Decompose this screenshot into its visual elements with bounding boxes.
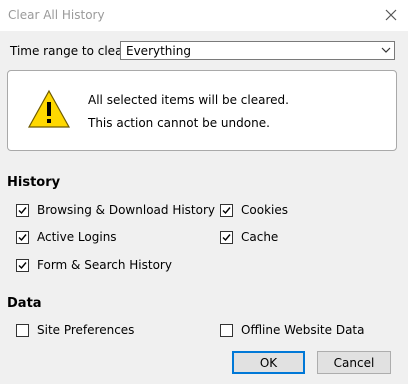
checkbox-box xyxy=(220,323,233,337)
checkbox-label: Cache xyxy=(241,230,279,244)
title-bar: Clear All History xyxy=(0,0,408,31)
checkmark-icon xyxy=(18,233,27,241)
warning-line-2: This action cannot be undone. xyxy=(88,116,270,130)
checkbox-box xyxy=(220,230,233,244)
close-icon xyxy=(385,9,397,21)
checkbox-label: Cookies xyxy=(241,203,288,217)
checkmark-icon xyxy=(222,206,231,214)
checkbox-label: Active Logins xyxy=(37,230,117,244)
window-title: Clear All History xyxy=(8,8,105,22)
checkbox-cookies[interactable]: Cookies xyxy=(220,203,288,217)
checkbox-label: Site Preferences xyxy=(37,323,135,337)
checkbox-cache[interactable]: Cache xyxy=(220,230,278,244)
checkbox-form-search-history[interactable]: Form & Search History xyxy=(16,258,172,272)
checkbox-site-preferences[interactable]: Site Preferences xyxy=(16,323,134,337)
checkbox-box xyxy=(16,230,29,244)
close-button[interactable] xyxy=(378,2,404,28)
checkbox-browsing-download-history[interactable]: Browsing & Download History xyxy=(16,203,215,217)
checkbox-box xyxy=(16,323,29,337)
checkbox-active-logins[interactable]: Active Logins xyxy=(16,230,117,244)
checkbox-box xyxy=(16,258,29,272)
checkbox-label: Offline Website Data xyxy=(241,323,365,337)
ok-button[interactable]: OK xyxy=(232,351,305,374)
warning-line-1: All selected items will be cleared. xyxy=(88,93,289,107)
warning-icon xyxy=(27,89,71,128)
checkbox-box xyxy=(220,203,233,217)
data-heading: Data xyxy=(7,296,42,311)
time-range-value: Everything xyxy=(126,44,191,58)
checkbox-label: Browsing & Download History xyxy=(37,203,216,217)
background-strip xyxy=(0,384,408,392)
time-range-select[interactable]: Everything xyxy=(120,41,395,60)
checkbox-box xyxy=(16,203,29,217)
history-heading: History xyxy=(7,175,61,190)
warning-box: All selected items will be cleared. This… xyxy=(7,70,397,151)
checkmark-icon xyxy=(18,206,27,214)
checkbox-label: Form & Search History xyxy=(37,258,172,272)
chevron-down-icon xyxy=(381,47,391,53)
checkbox-offline-website-data[interactable]: Offline Website Data xyxy=(220,323,365,337)
cancel-button[interactable]: Cancel xyxy=(317,351,391,374)
checkmark-icon xyxy=(18,261,27,269)
checkmark-icon xyxy=(222,233,231,241)
time-range-label: Time range to clear: xyxy=(10,44,132,58)
